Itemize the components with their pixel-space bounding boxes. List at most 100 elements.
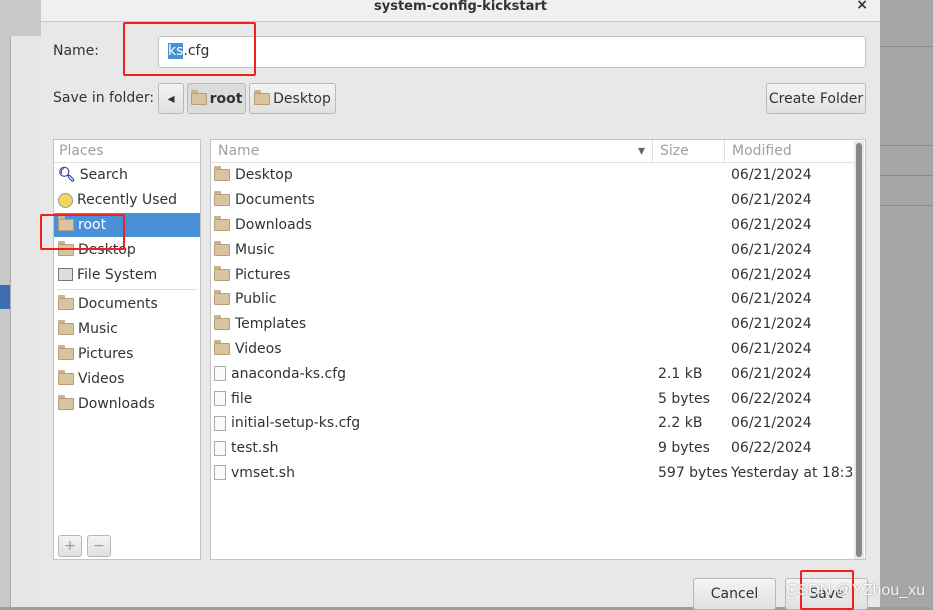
crumb-label: Desktop [273,90,331,107]
folder-icon [58,344,74,360]
folder-icon [214,290,230,306]
file-size: 2.1 kB [658,365,703,382]
file-modified: 06/21/2024 [731,266,812,283]
bookmark-music[interactable]: Music [54,317,200,342]
cancel-button[interactable]: Cancel [693,578,776,610]
file-row[interactable]: Documents 06/21/2024 [211,188,865,213]
scrollbar-thumb[interactable] [856,143,862,557]
file-size: 5 bytes [658,390,710,407]
bookmark-downloads[interactable]: Downloads [54,391,200,416]
file-row[interactable]: Templates 06/21/2024 [211,312,865,337]
folder-icon [214,265,230,281]
title-bar: system-config-kickstart × [41,0,880,22]
file-icon [214,391,226,407]
bookmark-videos[interactable]: Videos [54,366,200,391]
file-modified: 06/21/2024 [731,192,812,209]
highlight-box-name [123,22,256,76]
file-modified: 06/22/2024 [731,390,812,407]
places-separator [57,288,197,290]
column-name-label: Name [218,143,260,159]
left-arrow-icon: ◂ [167,90,175,107]
column-size[interactable]: Size [653,140,725,162]
file-row[interactable]: Music 06/21/2024 [211,237,865,262]
bookmark-label: Downloads [78,395,155,412]
column-name[interactable]: Name ▾ [211,140,653,162]
file-icon [214,465,226,481]
file-size: 2.2 kB [658,415,703,432]
places-item-label: Search [79,167,128,184]
file-icon [214,440,226,456]
places-item-file-system[interactable]: File System [54,262,200,287]
file-row[interactable]: Public 06/21/2024 [211,287,865,312]
file-name: test.sh [231,440,279,457]
path-back-button[interactable]: ◂ [158,83,184,114]
file-name: Documents [235,192,315,209]
file-name: Videos [235,340,282,357]
file-name: Public [235,291,277,308]
file-name: anaconda-ks.cfg [231,365,347,382]
search-icon: 🔍︎ [58,167,76,184]
file-row[interactable]: Downloads 06/21/2024 [211,213,865,238]
file-modified: 06/21/2024 [731,316,812,333]
file-row[interactable]: anaconda-ks.cfg 2.1 kB 06/21/2024 [211,361,865,386]
file-modified: 06/21/2024 [731,291,812,308]
bookmark-label: Videos [78,370,125,387]
file-row[interactable]: Pictures 06/21/2024 [211,262,865,287]
file-modified: 06/21/2024 [731,340,812,357]
file-row[interactable]: initial-setup-ks.cfg 2.2 kB 06/21/2024 [211,411,865,436]
path-crumb-desktop[interactable]: Desktop [249,83,336,114]
file-row[interactable]: Desktop 06/21/2024 [211,163,865,188]
file-modified: 06/22/2024 [731,440,812,457]
folder-icon [254,89,271,105]
name-label: Name: [53,43,100,59]
background-app [0,0,41,607]
file-row[interactable]: vmset.sh 597 bytes Yesterday at 18:34 [211,461,865,486]
column-modified[interactable]: Modified [725,140,856,162]
file-row[interactable]: Videos 06/21/2024 [211,337,865,362]
file-modified: 06/21/2024 [731,365,812,382]
folder-icon [214,215,230,231]
clock-icon [58,192,73,208]
bookmark-label: Documents [78,296,158,313]
highlight-box-root [40,214,125,250]
folder-icon [214,191,230,207]
file-modified: 06/21/2024 [731,216,812,233]
file-name: Downloads [235,216,312,233]
close-icon[interactable]: × [856,0,868,12]
home-folder-icon [190,89,207,105]
file-modified: Yesterday at 18:34 [731,464,863,481]
drive-icon [58,268,73,282]
add-bookmark-button[interactable]: + [58,535,82,557]
save-dialog: system-config-kickstart × Name: ks.cfg S… [41,0,880,610]
file-rows: Desktop 06/21/2024 Documents 06/21/2024 Down… [211,163,865,485]
folder-icon [58,369,74,385]
scrollbar[interactable] [854,141,864,559]
file-name: Pictures [235,266,291,283]
name-input[interactable]: ks.cfg [158,36,866,68]
folder-icon [214,339,230,355]
file-row[interactable]: test.sh 9 bytes 06/22/2024 [211,436,865,461]
save-in-folder-label: Save in folder: [53,90,155,106]
remove-bookmark-button[interactable]: − [87,535,111,557]
file-icon [214,366,226,382]
folder-icon [58,394,74,410]
path-crumb-root[interactable]: root [187,83,246,114]
folder-icon [214,315,230,331]
folder-icon [58,320,74,336]
file-name: initial-setup-ks.cfg [231,415,361,432]
places-item-recently-used[interactable]: Recently Used [54,188,200,213]
create-folder-button[interactable]: Create Folder [766,83,866,114]
places-item-label: Recently Used [77,192,178,209]
places-sidebar: Places 🔍︎ Search Recently Used root Deskt… [53,139,201,560]
places-item-search[interactable]: 🔍︎ Search [54,163,200,188]
bookmark-pictures[interactable]: Pictures [54,342,200,367]
bookmark-documents[interactable]: Documents [54,292,200,317]
file-row[interactable]: file 5 bytes 06/22/2024 [211,386,865,411]
file-list-header: Name ▾ Size Modified [211,140,865,163]
file-modified: 06/21/2024 [731,167,812,184]
file-name: Desktop [235,167,293,184]
window-title: system-config-kickstart [374,0,547,14]
file-name: vmset.sh [231,464,295,481]
file-name: Templates [235,316,307,333]
file-name: Music [235,241,275,258]
